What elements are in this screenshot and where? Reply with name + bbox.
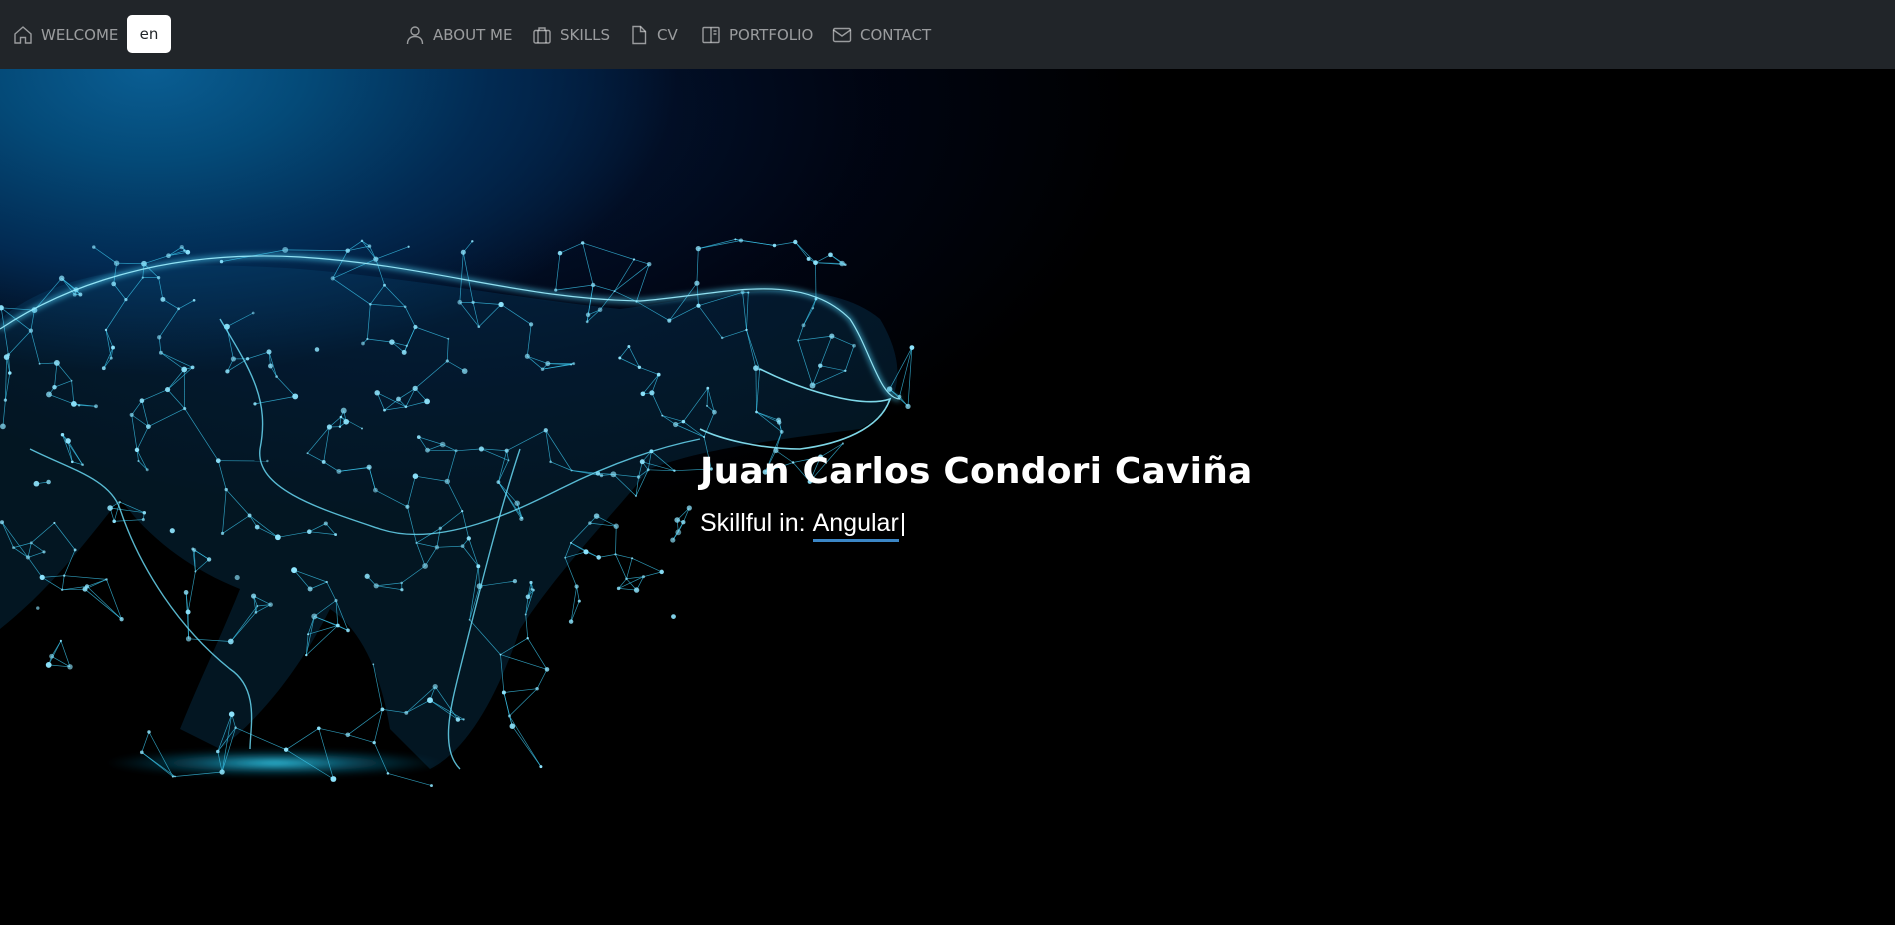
skill-prefix: Skillful in: bbox=[700, 509, 806, 537]
language-selector-value: en bbox=[139, 25, 159, 43]
nav-contact-label: CONTACT bbox=[860, 25, 932, 44]
nav-about-me-label: ABOUT ME bbox=[433, 25, 513, 44]
hero-skill-line: Skillful in: Angular | bbox=[700, 509, 906, 542]
hero-section: Juan Carlos Condori Caviña Skillful in: … bbox=[0, 69, 1895, 925]
cheetah-network-illustration bbox=[0, 238, 915, 788]
nav-skills[interactable]: SKILLS bbox=[531, 0, 610, 69]
nav-welcome-label: WELCOME bbox=[41, 25, 119, 44]
typing-cursor: | bbox=[899, 509, 907, 537]
top-navbar: WELCOME en ABOUT ME SKILLS CV PORTFOLIO … bbox=[0, 0, 1895, 69]
nav-cv-label: CV bbox=[657, 25, 678, 44]
envelope-icon bbox=[832, 27, 852, 42]
person-icon bbox=[406, 25, 424, 44]
briefcase-icon bbox=[533, 26, 551, 44]
nav-cv[interactable]: CV bbox=[628, 0, 678, 69]
hero-name: Juan Carlos Condori Caviña bbox=[700, 451, 1253, 492]
nav-about-me[interactable]: ABOUT ME bbox=[404, 0, 512, 69]
home-icon bbox=[14, 25, 32, 44]
nav-welcome[interactable]: WELCOME bbox=[12, 0, 118, 69]
nav-skills-label: SKILLS bbox=[560, 25, 611, 44]
file-icon bbox=[632, 25, 647, 44]
language-selector[interactable]: en bbox=[127, 15, 171, 53]
book-icon bbox=[702, 26, 720, 43]
nav-portfolio[interactable]: PORTFOLIO bbox=[700, 0, 813, 69]
skill-value: Angular bbox=[812, 509, 899, 542]
nav-portfolio-label: PORTFOLIO bbox=[729, 25, 814, 44]
nav-contact[interactable]: CONTACT bbox=[831, 0, 931, 69]
